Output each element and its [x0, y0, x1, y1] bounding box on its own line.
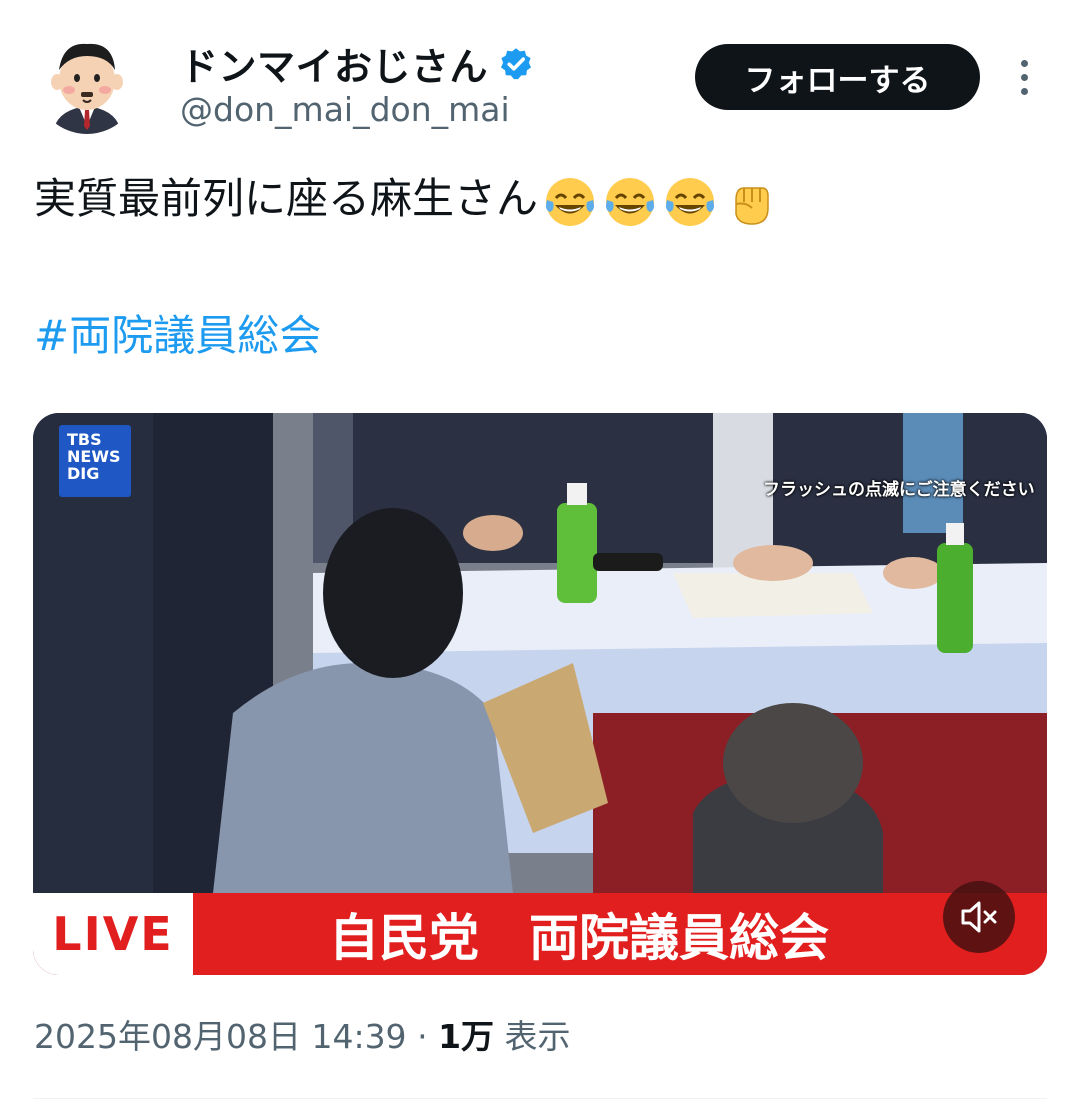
video-player[interactable]: TBS NEWS DIG フラッシュの点滅にご注意ください LIVE 自民党 両…	[33, 413, 1047, 975]
speaker-muted-icon	[961, 901, 997, 933]
follow-button[interactable]: フォローする	[695, 44, 980, 110]
avatar[interactable]	[35, 30, 139, 134]
tweet-text: 実質最前列に座る麻生さん	[34, 168, 778, 230]
logo-line: NEWS	[67, 447, 121, 466]
hashtag-link[interactable]: #両院議員総会	[34, 302, 321, 363]
author-name-row[interactable]: ドンマイおじさん	[180, 36, 534, 91]
tweet-header: ドンマイおじさん @don_mai_don_mai フォローする	[0, 0, 1080, 150]
tears-of-joy-emoji-icon	[546, 177, 595, 226]
verified-badge-icon	[501, 47, 532, 79]
vertical-ellipsis-icon	[1021, 60, 1028, 67]
meta-separator: ·	[417, 1017, 428, 1056]
logo-line: TBS	[67, 430, 102, 449]
mute-toggle-button[interactable]	[943, 881, 1015, 953]
views-count[interactable]: 1万	[438, 1017, 494, 1056]
emoji-group	[542, 174, 778, 230]
avatar-illustration	[35, 30, 139, 134]
author-handle[interactable]: @don_mai_don_mai	[180, 90, 510, 129]
timestamp[interactable]: 2025年08月08日 14:39	[34, 1017, 407, 1056]
raised-fist-emoji-icon	[735, 186, 769, 225]
divider	[33, 1098, 1047, 1099]
tears-of-joy-emoji-icon	[606, 177, 655, 226]
more-options-button[interactable]	[1008, 58, 1042, 98]
tbs-news-dig-logo: TBS NEWS DIG	[59, 425, 131, 497]
views-label: 表示	[504, 1017, 571, 1056]
flash-warning-caption: フラッシュの点滅にご注意ください	[763, 480, 1035, 500]
author-display-name[interactable]: ドンマイおじさん	[180, 36, 488, 91]
logo-line: DIG	[67, 464, 100, 483]
lower-third-title: 自民党 両院議員総会	[329, 909, 829, 967]
tweet-body: 実質最前列に座る麻生さん	[34, 174, 539, 223]
lower-third-bar: LIVE 自民党 両院議員総会	[33, 893, 1047, 975]
live-label: LIVE	[33, 893, 193, 975]
tweet-meta: 2025年08月08日 14:39 · 1万 表示	[34, 1010, 571, 1058]
tears-of-joy-emoji-icon	[666, 177, 715, 226]
